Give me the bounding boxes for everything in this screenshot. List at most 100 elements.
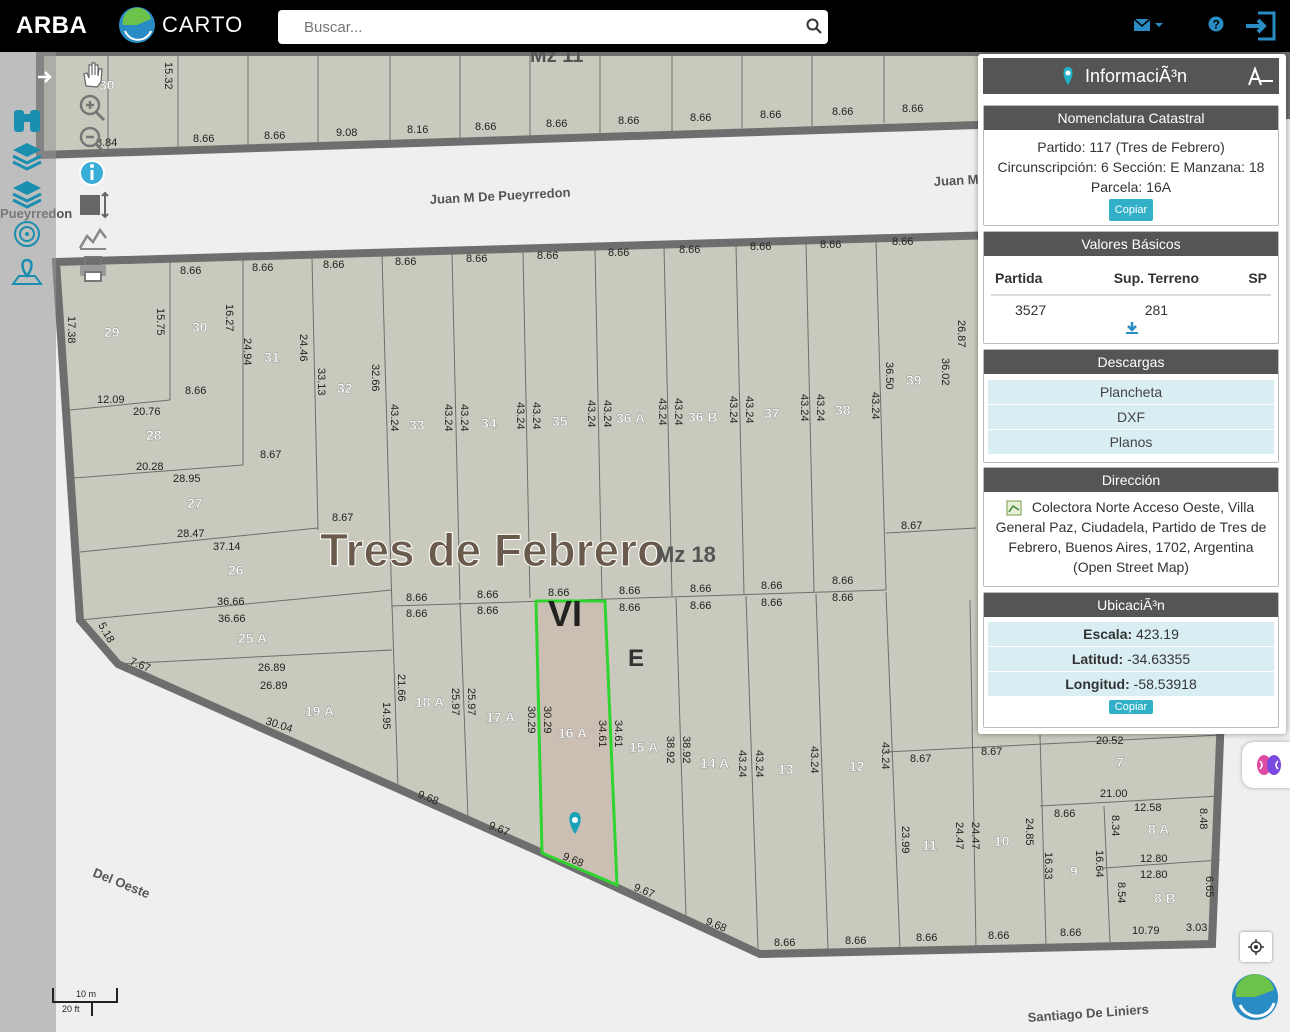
dimension-label: 8.66 [690,112,711,124]
ubicacion-header: UbicaciÃ³n [984,593,1278,617]
depth-label: 43.24 [458,404,470,432]
measure-area-icon[interactable] [77,190,109,220]
layers-icon[interactable] [11,140,43,172]
parcel-number: 15 A [629,739,658,755]
download-dxf[interactable]: DXF [988,405,1274,429]
download-plancheta[interactable]: Plancheta [988,380,1274,404]
topbar: ARBA CARTO ? [0,0,1290,52]
depth-label: 24.46 [297,334,309,362]
dimension-label: 8.67 [260,449,281,461]
dimension-label: 8.66 [679,244,700,256]
info-panel: InformaciÃ³n Nomenclatura Catastral Part… [978,54,1286,734]
parcel-number: 36 A [616,410,645,426]
arba-logo[interactable]: ARBA [16,12,87,40]
download-planos[interactable]: Planos [988,430,1274,454]
parcel-number: 28 [146,427,162,443]
depth-label: 14.95 [380,702,392,730]
longitud-row: Longitud: -58.53918 [988,672,1274,696]
binoculars-icon[interactable] [11,104,43,134]
depth-label: 34.61 [596,720,608,748]
dimension-label: 8.66 [820,239,841,251]
dimension-label: 8.67 [332,512,353,524]
dimension-label: 8.66 [185,385,206,397]
dimension-label: 8.66 [832,575,853,587]
dimension-label: 8.66 [477,589,498,601]
dimension-label: 8.66 [252,262,273,274]
parcel-number: 17 A [486,709,515,725]
dimension-label: 8.66 [832,592,853,604]
expand-arrow-icon[interactable] [36,68,54,86]
dimension-label: 8.66 [619,602,640,614]
dimension-label: 8.67 [981,746,1002,758]
dimension-label: 8.66 [988,930,1009,942]
measure-profile-icon[interactable] [77,222,109,252]
fingerprint-icon[interactable] [11,218,43,250]
sidebar [0,52,56,1032]
street-label: Juan M [933,172,979,189]
depth-label: 43.24 [388,404,400,432]
scale-meters: 10 m [76,989,97,999]
depth-label: 24.47 [969,822,981,850]
depth-label: 38.92 [664,736,676,764]
depth-label: 36.50 [883,362,895,390]
valores-header: Valores Básicos [984,232,1278,256]
block-label: Mz 18 [656,542,716,567]
district-label: Tres de Febrero [320,524,665,576]
depth-label: 6.65 [1203,876,1215,897]
search-icon[interactable] [806,18,822,34]
help-icon[interactable]: ? [1208,16,1224,32]
depth-label: 43.24 [814,394,826,422]
depth-label: 43.24 [869,392,881,420]
parcel-number: 31 [264,349,280,365]
dimension-label: 26.89 [258,662,286,674]
dimension-label: 8.66 [180,265,201,277]
parcel-number: 33 [409,417,425,433]
depth-label: 15.75 [154,308,166,336]
depth-label: 8.34 [1109,815,1121,836]
map-marker-icon[interactable] [11,256,43,288]
depth-label: 43.24 [808,746,820,774]
search-input[interactable] [278,10,814,44]
dimension-label: 8.66 [548,587,569,599]
parcel-number: 32 [337,380,353,396]
depth-label: 8.48 [1197,808,1209,829]
zoom-out-icon[interactable] [77,124,109,154]
copy-nomenclatura-button[interactable]: Copiar [1108,199,1154,221]
info-icon[interactable] [77,158,109,188]
parcel-number: 39 [906,372,922,388]
search-box[interactable] [278,10,828,44]
depth-label: 8.54 [1115,882,1127,903]
dimension-label: 9.08 [336,127,357,139]
mail-icon[interactable] [1134,18,1166,32]
dimension-label: 8.66 [832,106,853,118]
dimension-label: 8.66 [1060,927,1081,939]
ai-assistant-button[interactable] [1242,742,1290,788]
parcel-number: 26 [228,562,244,578]
logout-icon[interactable] [1244,10,1276,42]
download-icon[interactable] [1125,321,1139,335]
print-icon[interactable] [77,254,109,284]
parcel-number: 38 [835,402,851,418]
dimension-label: 8.66 [619,585,640,597]
depth-label: 43.24 [879,742,891,770]
dimension-label: 8.66 [774,937,795,949]
nomenclatura-header: Nomenclatura Catastral [984,106,1278,130]
zoom-in-icon[interactable] [77,92,109,122]
depth-label: 43.24 [743,396,755,424]
hand-icon[interactable] [77,60,109,90]
dimension-label: 8.66 [760,109,781,121]
ide-layers-icon[interactable] [11,178,43,210]
unpin-panel-icon[interactable] [1245,65,1275,87]
depth-label: 24.85 [1023,818,1035,846]
parcel-number: 11 [922,837,937,853]
locate-button[interactable] [1240,932,1272,962]
depth-label: 17.38 [65,316,77,344]
depth-label: 15.32 [162,62,174,90]
ubicacion-section: UbicaciÃ³n Escala: 423.19 Latitud: -34.6… [983,592,1279,728]
copy-ubicacion-button[interactable]: Copiar [1108,700,1154,714]
parcel-number: 29 [104,324,120,340]
depth-label: 24.94 [241,338,253,366]
dimension-label: 12.80 [1140,853,1168,865]
section-label: E [628,645,644,672]
info-panel-title: InformaciÃ³n [1085,66,1188,86]
